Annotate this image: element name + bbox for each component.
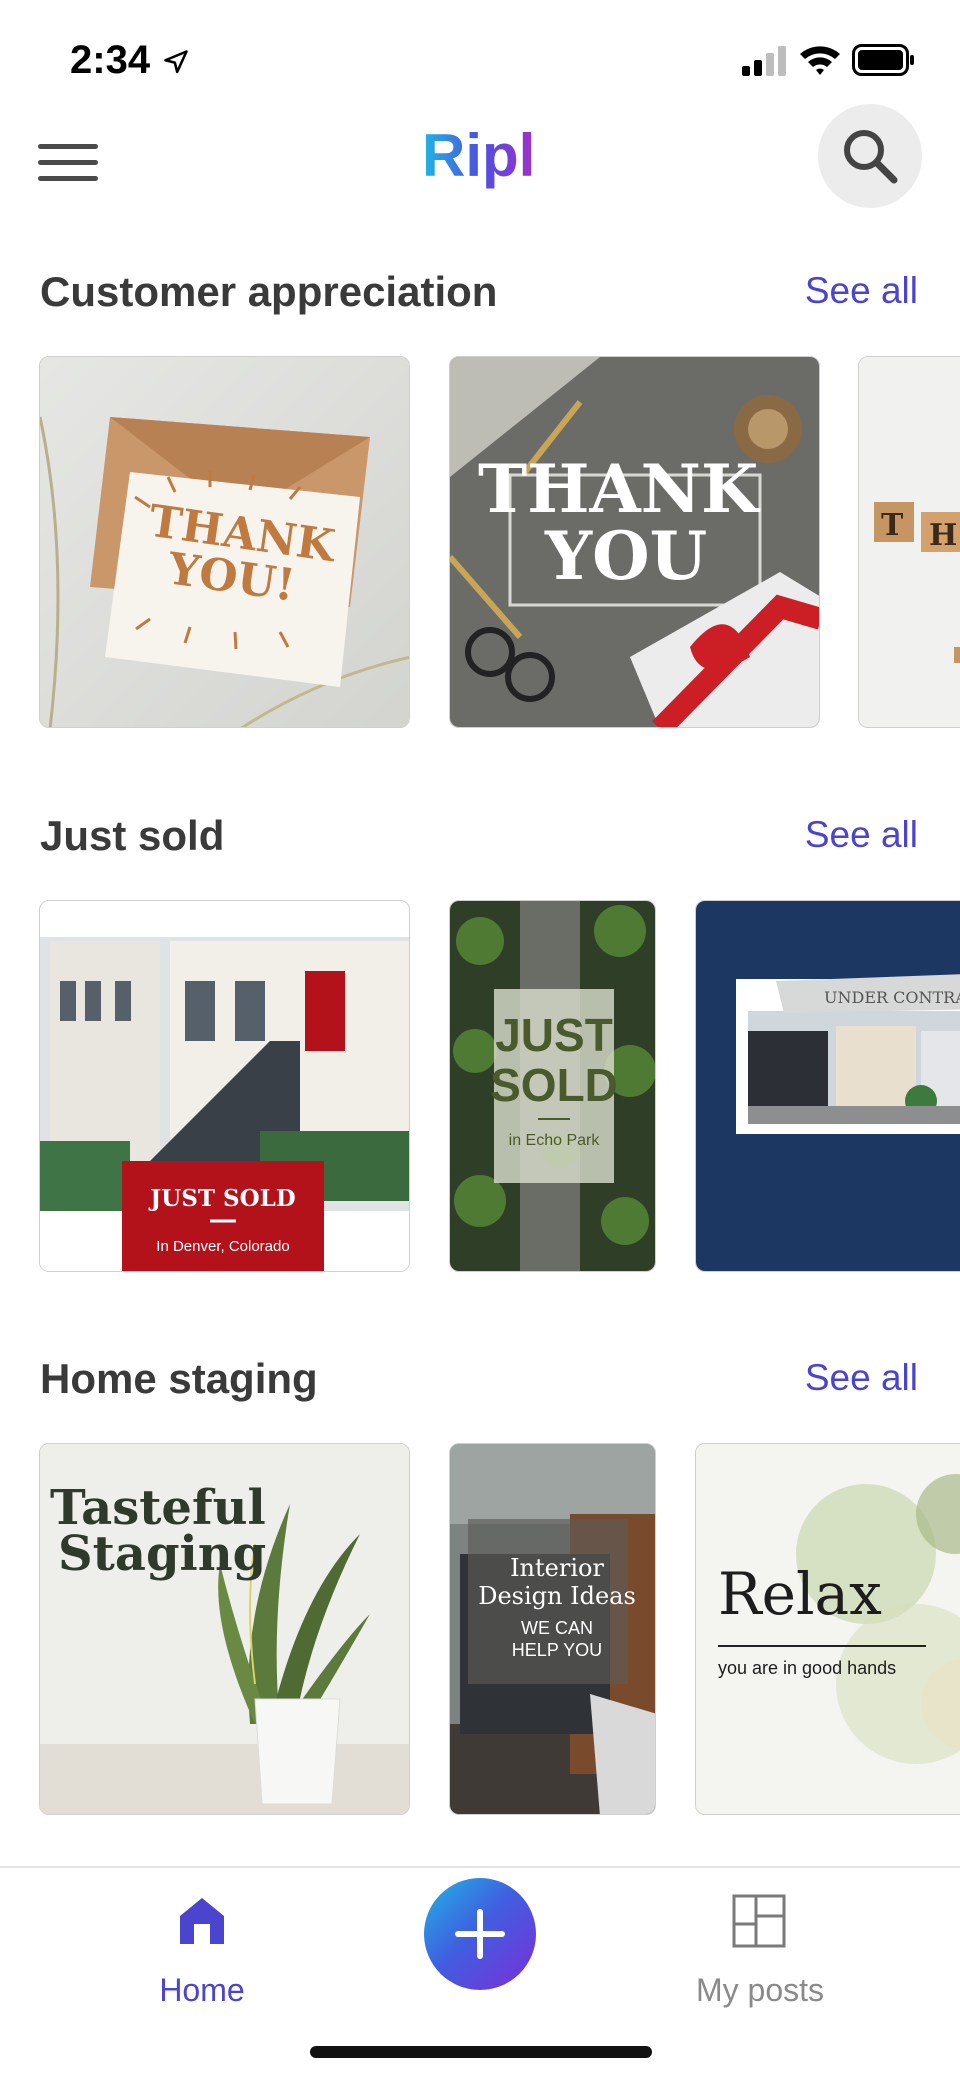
battery-icon — [852, 44, 914, 76]
svg-text:Ripl: Ripl — [422, 122, 535, 189]
section-title: Home staging — [40, 1355, 318, 1402]
template-card[interactable]: UNDER CONTRACT — [695, 900, 960, 1272]
home-indicator — [310, 2046, 652, 2058]
svg-text:JUST: JUST — [495, 1009, 613, 1061]
wifi-icon — [800, 46, 840, 75]
menu-button[interactable] — [36, 140, 102, 186]
grid-icon — [732, 1894, 786, 1948]
template-card[interactable]: THANK YOU — [449, 356, 820, 728]
svg-text:HELP YOU: HELP YOU — [512, 1640, 602, 1660]
cellular-signal-icon — [742, 46, 786, 76]
status-bar: 2:34 — [0, 0, 960, 120]
interior-design-image: Interior Design Ideas WE CAN HELP YOU — [450, 1444, 655, 1814]
just-sold-aerial-image: JUST SOLD in Echo Park — [450, 901, 655, 1271]
template-card[interactable]: JUST SOLD In Denver, Colorado — [39, 900, 410, 1272]
home-icon — [180, 1898, 224, 1944]
template-carousel[interactable]: Tasteful Staging Interior Design Ideas W… — [0, 1443, 960, 1815]
svg-text:SOLD: SOLD — [490, 1059, 618, 1111]
svg-text:JUST SOLD: JUST SOLD — [148, 1185, 295, 1212]
thank-you-letters-image: T H — [859, 357, 960, 727]
see-all-link[interactable]: See all — [805, 270, 918, 312]
svg-text:Design Ideas: Design Ideas — [478, 1582, 636, 1610]
search-button[interactable] — [818, 104, 922, 208]
template-card[interactable]: T H — [858, 356, 960, 728]
svg-text:In Denver, Colorado: In Denver, Colorado — [156, 1238, 289, 1255]
under-contract-image: UNDER CONTRACT — [696, 901, 960, 1271]
nav-my-posts-label: My posts — [695, 1972, 825, 2008]
template-card[interactable]: Interior Design Ideas WE CAN HELP YOU — [449, 1443, 656, 1815]
see-all-link[interactable]: See all — [805, 1357, 918, 1399]
svg-text:Interior: Interior — [510, 1554, 604, 1582]
svg-text:Staging: Staging — [58, 1526, 266, 1582]
section-title: Customer appreciation — [40, 268, 498, 315]
thank-you-gift-image: THANK YOU — [450, 357, 819, 727]
nav-home[interactable]: Home — [140, 1884, 264, 2008]
template-carousel[interactable]: JUST SOLD In Denver, Colorado JUST SOLD — [0, 900, 960, 1272]
relax-image: Relax you are in good hands — [696, 1444, 960, 1814]
template-card[interactable]: Relax you are in good hands — [695, 1443, 960, 1815]
svg-text:WE CAN: WE CAN — [521, 1618, 593, 1638]
see-all-link[interactable]: See all — [805, 814, 918, 856]
just-sold-townhouse-image: JUST SOLD In Denver, Colorado — [40, 901, 409, 1271]
template-card[interactable]: JUST SOLD in Echo Park — [449, 900, 656, 1272]
svg-text:YOU: YOU — [544, 517, 707, 595]
create-post-button[interactable] — [424, 1878, 536, 1990]
svg-text:UNDER CONTRACT: UNDER CONTRACT — [824, 988, 960, 1007]
nav-my-posts[interactable]: My posts — [660, 1884, 860, 2008]
template-carousel[interactable]: THANK YOU! THANK YOU T H — [0, 356, 960, 728]
thank-you-card-image: THANK YOU! — [40, 357, 409, 727]
hamburger-icon — [38, 144, 98, 149]
template-card[interactable]: Tasteful Staging — [39, 1443, 410, 1815]
template-card[interactable]: THANK YOU! — [39, 356, 410, 728]
location-arrow-icon — [164, 50, 188, 74]
tasteful-staging-image: Tasteful Staging — [40, 1444, 409, 1814]
svg-text:you are in good hands: you are in good hands — [718, 1658, 896, 1678]
plus-icon — [455, 1909, 505, 1959]
svg-text:Relax: Relax — [718, 1560, 882, 1628]
section-title: Just sold — [40, 812, 225, 859]
svg-text:T: T — [881, 508, 904, 543]
nav-home-label: Home — [159, 1972, 245, 2008]
search-icon — [844, 130, 898, 184]
svg-text:in Echo Park: in Echo Park — [509, 1132, 601, 1149]
svg-text:H: H — [929, 518, 957, 553]
status-time: 2:34 — [70, 38, 151, 82]
ripl-logo: Ripl — [422, 122, 535, 189]
